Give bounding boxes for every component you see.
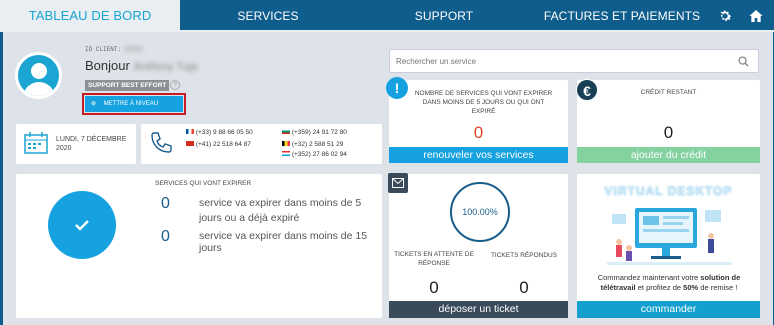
services-expiring-title: SERVICES QUI VONT EXPIRER [155, 180, 252, 187]
flag-lu-icon [282, 151, 290, 156]
tickets-percent: 100.00% [462, 207, 498, 217]
order-button[interactable]: commander [577, 301, 760, 318]
top-nav: TABLEAU DE BORD SERVICES SUPPORT FACTURE… [0, 0, 774, 32]
renew-services-button[interactable]: renouveler vos services [389, 147, 568, 163]
upgrade-button[interactable]: ⊕ METTRE À NIVEAU [85, 96, 183, 112]
client-id: ID CLIENT: 00000 [85, 46, 143, 53]
expire-15-text: service va expirer dans moins de 15 jour… [199, 230, 368, 254]
tab-billing[interactable]: FACTURES ET PAIEMENTS [532, 0, 712, 32]
tickets-answered-label: TICKETS RÉPONDUS [490, 252, 558, 259]
phone-row-bg[interactable]: (+359) 24 91 72 80 [282, 129, 347, 136]
promo-card[interactable]: VIRTUAL DESKTOP Commandez maintenant vot… [577, 174, 760, 318]
gear-icon[interactable] [717, 8, 733, 24]
promo-text: Commandez maintenant votre solution de t… [597, 273, 741, 292]
tickets-card: 100.00% TICKETS EN ATTENTE DE RÉPONSE TI… [388, 173, 568, 318]
flag-bg-icon [282, 129, 290, 134]
greeting: Bonjour Anthony Tuja [85, 58, 198, 73]
search-input[interactable] [396, 54, 726, 69]
date-text: LUNDI, 7 DÉCEMBRE 2020 [56, 136, 127, 152]
expire-5-text: service va expirer dans moins de 5 jours… [199, 197, 362, 224]
tab-services[interactable]: SERVICES [180, 0, 356, 32]
phone-row-be[interactable]: (+32) 2 588 51 29 [282, 141, 343, 148]
credit-title: CRÉDIT RESTANT [640, 89, 697, 96]
expiring-services-card: ! NOMBRE DE SERVICES QUI VONT EXPIRER DA… [386, 77, 568, 163]
help-icon[interactable]: ? [170, 80, 180, 90]
search-box [389, 49, 759, 73]
expire-15-count: 0 [161, 228, 170, 245]
credit-value: 0 [663, 123, 674, 142]
expire-5-count: 0 [161, 195, 170, 212]
submit-ticket-button[interactable]: déposer un ticket [389, 301, 568, 318]
envelope-icon [388, 173, 408, 193]
alert-icon: ! [386, 77, 408, 99]
arrow-up-icon: ⊕ [91, 101, 97, 107]
profile-section: ID CLIENT: 00000 Bonjour Anthony Tuja SU… [10, 38, 382, 118]
virtual-desktop-illustration [607, 208, 732, 265]
phone-row-fr[interactable]: (+33) 9 88 66 05 50 [186, 129, 253, 136]
credit-card: € CRÉDIT RESTANT 0 ajouter du crédit [576, 79, 760, 163]
check-circle-icon [48, 191, 116, 259]
search-icon[interactable] [738, 56, 749, 67]
avatar [15, 52, 62, 99]
flag-ch-icon [186, 141, 194, 146]
date-card: LUNDI, 7 DÉCEMBRE 2020 [16, 124, 136, 164]
flag-fr-icon [186, 129, 194, 134]
add-credit-button[interactable]: ajouter du crédit [577, 147, 760, 163]
phone-icon [151, 132, 172, 153]
home-icon[interactable] [748, 8, 764, 24]
phones-card: (+33) 9 88 66 05 50 (+41) 22 518 64 87 (… [141, 124, 382, 164]
phone-row-lu[interactable]: (+352) 27 86 02 94 [282, 151, 347, 158]
expiring-title: NOMBRE DE SERVICES QUI VONT EXPIRER DANS… [414, 90, 553, 115]
tickets-answered-value: 0 [519, 278, 529, 297]
tab-dashboard[interactable]: TABLEAU DE BORD [0, 0, 180, 32]
tickets-waiting-label: TICKETS EN ATTENTE DE RÉPONSE [394, 251, 474, 267]
support-badge: SUPPORT BEST EFFORT [85, 80, 170, 91]
expiring-count: 0 [473, 123, 484, 142]
tab-support[interactable]: SUPPORT [356, 0, 532, 32]
calendar-icon [24, 132, 48, 154]
promo-title: VIRTUAL DESKTOP [604, 184, 733, 198]
flag-be-icon [282, 141, 290, 146]
phone-row-ch[interactable]: (+41) 22 518 64 87 [186, 141, 251, 148]
services-expiring-card: SERVICES QUI VONT EXPIRER 0 service va e… [16, 174, 382, 318]
tickets-waiting-value: 0 [429, 278, 439, 297]
